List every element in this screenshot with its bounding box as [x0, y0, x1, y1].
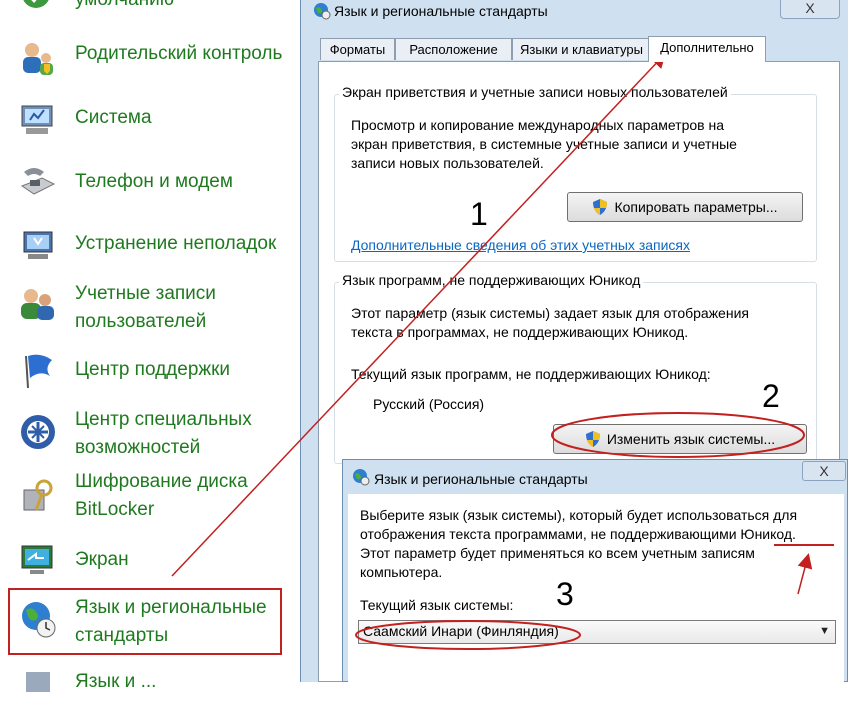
copy-settings-button[interactable]: Копировать параметры... — [567, 192, 803, 222]
uac-shield-icon — [593, 199, 608, 215]
non-unicode-group-legend: Язык программ, не поддерживающих Юникод — [339, 272, 644, 288]
cp-label-line2: возможностей — [75, 437, 201, 458]
system-locale-selected-value: Саамский Инари (Финляндия) — [363, 623, 559, 639]
cp-item-troubleshooting[interactable]: Устранение неполадок — [0, 230, 300, 260]
cp-item-action-center[interactable]: Центр поддержки — [0, 354, 300, 389]
phone-modem-icon — [20, 168, 56, 195]
cp-label-line1: Центр специальных — [75, 409, 252, 430]
ease-of-access-icon — [21, 415, 55, 449]
system-locale-text-line4: компьютера. — [360, 564, 443, 580]
change-system-locale-button[interactable]: Изменить язык системы... — [553, 424, 807, 454]
step-3-label: 3 — [556, 576, 574, 612]
cp-item-display[interactable]: Экран — [0, 545, 300, 576]
display-icon — [21, 545, 53, 574]
cp-item-parental-controls[interactable]: Родительский контроль — [0, 40, 300, 75]
system-locale-close-button[interactable]: X — [802, 461, 846, 481]
cp-item-phone-modem[interactable]: Телефон и модем — [0, 168, 300, 198]
user-accounts-icon — [21, 289, 54, 320]
control-panel-list: умолчанию Родительский контроль Система … — [0, 0, 300, 692]
cp-label: Устранение неполадок — [75, 233, 277, 254]
welcome-text-line3: записи новых пользователей. — [351, 155, 544, 171]
cp-label-line2: BitLocker — [75, 499, 155, 520]
non-unicode-text-line2: текста в программах, не поддерживающих Ю… — [351, 324, 689, 340]
system-locale-text-line3: Этот параметр будет применяться ко всем … — [360, 545, 755, 561]
cp-item-bitlocker[interactable]: Шифрование диска BitLocker — [0, 468, 300, 524]
action-center-flag-icon — [25, 354, 52, 389]
current-non-unicode-value: Русский (Россия) — [373, 396, 485, 412]
tab-administrative[interactable]: Дополнительно — [648, 36, 766, 62]
cp-label: Родительский контроль — [75, 43, 283, 64]
welcome-text-line2: экран приветствия, в системные учетные з… — [351, 136, 737, 152]
cp-label-line1: Шифрование диска — [75, 471, 248, 492]
cp-label: умолчанию — [75, 0, 174, 14]
tab-location[interactable]: Расположение — [395, 38, 512, 60]
copy-settings-label: Копировать параметры... — [614, 199, 778, 215]
system-locale-select[interactable]: Саамский Инари (Финляндия) ▼ — [358, 620, 836, 644]
dialog-globe-icon — [353, 469, 370, 486]
cp-item-ease-of-access[interactable]: Центр специальных возможностей — [0, 406, 300, 462]
system-locale-dialog-body: Выберите язык (язык системы), который бу… — [348, 494, 844, 682]
bitlocker-icon — [23, 479, 53, 511]
cp-label: Система — [75, 107, 152, 128]
cp-label: Язык и ... — [75, 671, 157, 692]
step-2-label: 2 — [762, 378, 780, 414]
more-info-accounts-link[interactable]: Дополнительные сведения об этих учетных … — [351, 237, 690, 253]
dialog-title: Язык и региональные стандарты — [334, 3, 548, 19]
cp-label: Центр поддержки — [75, 359, 231, 380]
cp-item-default-programs[interactable]: умолчанию — [0, 0, 300, 22]
close-button[interactable]: X — [780, 0, 840, 19]
dropdown-arrow-icon: ▼ — [819, 625, 830, 637]
cp-item-partial[interactable]: Язык и ... — [0, 668, 300, 692]
non-unicode-text-line1: Этот параметр (язык системы) задает язык… — [351, 305, 749, 321]
default-programs-icon — [23, 0, 49, 8]
cp-item-system[interactable]: Система — [0, 104, 300, 134]
region-language-highlight-box — [8, 588, 282, 655]
system-locale-text-line1: Выберите язык (язык системы), который бу… — [360, 507, 798, 523]
cp-label-line2: пользователей — [75, 311, 207, 332]
troubleshooting-icon — [23, 231, 53, 259]
current-system-locale-label: Текущий язык системы: — [360, 597, 514, 613]
dialog-globe-icon — [314, 3, 331, 20]
system-locale-dialog-title: Язык и региональные стандарты — [374, 471, 588, 487]
cp-label-line1: Учетные записи — [75, 283, 216, 304]
uac-shield-icon — [585, 431, 600, 447]
partial-item-icon — [26, 672, 50, 692]
step-1-label: 1 — [470, 196, 488, 232]
system-locale-text-line2: отображения текста программами, не подде… — [360, 526, 796, 542]
cp-item-user-accounts[interactable]: Учетные записи пользователей — [0, 280, 300, 336]
cp-label: Телефон и модем — [75, 171, 233, 192]
parental-controls-icon — [23, 43, 53, 75]
current-non-unicode-label: Текущий язык программ, не поддерживающих… — [351, 366, 711, 382]
tab-formats[interactable]: Форматы — [320, 38, 395, 60]
close-icon: X — [805, 0, 815, 16]
tab-keyboards-languages[interactable]: Языки и клавиатуры — [512, 38, 651, 60]
change-system-locale-label: Изменить язык системы... — [606, 431, 776, 447]
system-icon — [21, 105, 53, 134]
welcome-group-legend: Экран приветствия и учетные записи новых… — [339, 84, 731, 100]
close-icon: X — [819, 463, 829, 479]
cp-label: Экран — [75, 549, 129, 570]
welcome-text-line1: Просмотр и копирование международных пар… — [351, 117, 725, 133]
